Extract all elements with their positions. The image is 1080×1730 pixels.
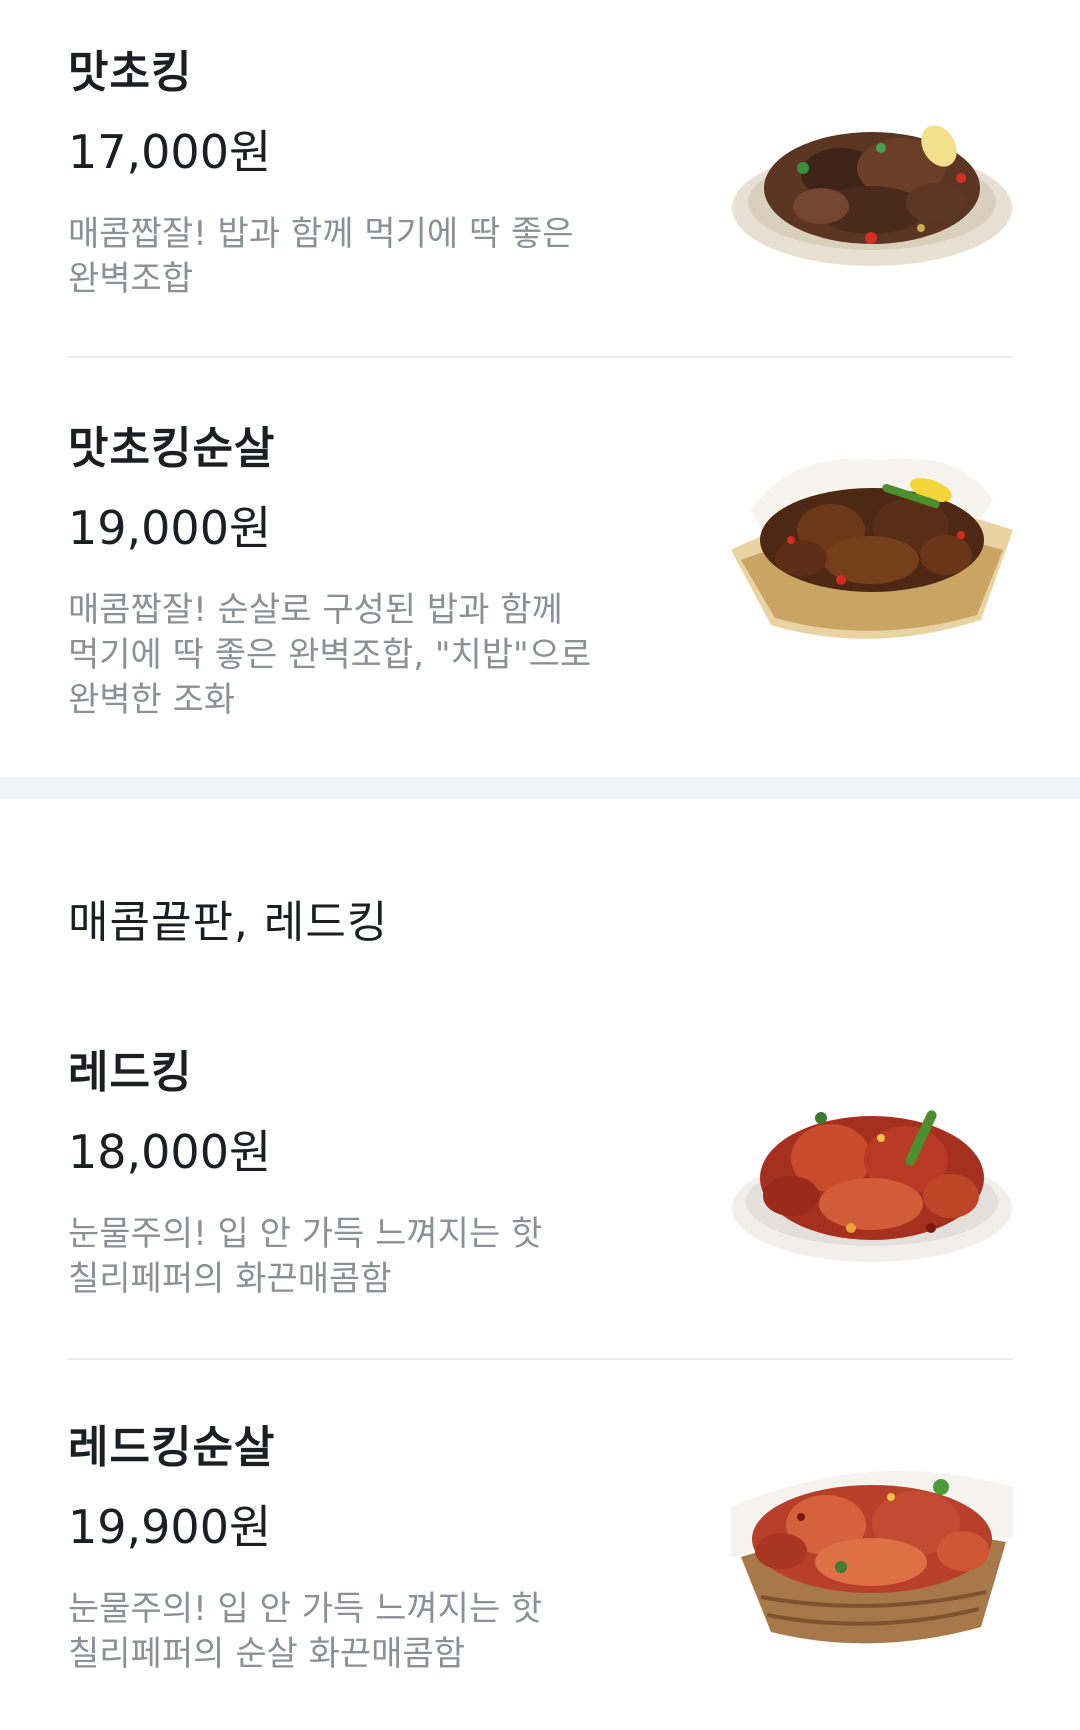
item-divider — [68, 356, 1013, 358]
menu-item-name: 맛초킹 — [68, 47, 193, 98]
menu-item-price: 17,000원 — [68, 125, 272, 179]
menu-item-description: 매콤짭잘! 밥과 함께 먹기에 딱 좋은 완벽조합 — [68, 214, 574, 299]
food-image-basket-chicken — [731, 458, 1013, 639]
menu-item-redking-boneless[interactable]: 레드킹순살 19,900원 눈물주의! 입 안 가득 느껴지는 핫 칠리페퍼의 … — [68, 1411, 1013, 1721]
menu-item-matchoking-boneless[interactable]: 맛초킹순살 19,000원 매콤짭잘! 순살로 구성된 밥과 함께 먹기에 딱 … — [68, 412, 1013, 720]
food-image-plate-chicken — [732, 125, 1012, 266]
menu-item-name: 레드킹 — [68, 1047, 193, 1098]
menu-item-price: 19,900원 — [68, 1500, 272, 1554]
menu-item-price: 18,000원 — [68, 1125, 272, 1179]
menu-item-matchoking[interactable]: 맛초킹 17,000원 매콤짭잘! 밥과 함께 먹기에 딱 좋은 완벽조합 — [68, 36, 1013, 356]
menu-item-description: 매콤짭잘! 순살로 구성된 밥과 함께 먹기에 딱 좋은 완벽조합, "치밥"으… — [68, 590, 592, 720]
menu-item-name: 레드킹순살 — [68, 1422, 276, 1473]
section-separator — [0, 777, 1080, 799]
menu-item-name: 맛초킹순살 — [68, 423, 276, 474]
category-title: 매콤끝판, 레드킹 — [68, 897, 389, 948]
food-image-basket-red-chicken — [731, 1471, 1013, 1644]
item-divider — [68, 1358, 1013, 1360]
food-image-red-chicken — [732, 1110, 1012, 1262]
menu-page: 맛초킹 17,000원 매콤짭잘! 밥과 함께 먹기에 딱 좋은 완벽조합 맛초… — [0, 0, 1080, 1730]
menu-item-description: 눈물주의! 입 안 가득 느껴지는 핫 칠리페퍼의 화끈매콤함 — [68, 1214, 543, 1299]
menu-item-description: 눈물주의! 입 안 가득 느껴지는 핫 칠리페퍼의 순살 화끈매콤함 — [68, 1589, 543, 1674]
menu-item-redking[interactable]: 레드킹 18,000원 눈물주의! 입 안 가득 느껴지는 핫 칠리페퍼의 화끈… — [68, 1036, 1013, 1356]
menu-item-price: 19,000원 — [68, 501, 272, 555]
